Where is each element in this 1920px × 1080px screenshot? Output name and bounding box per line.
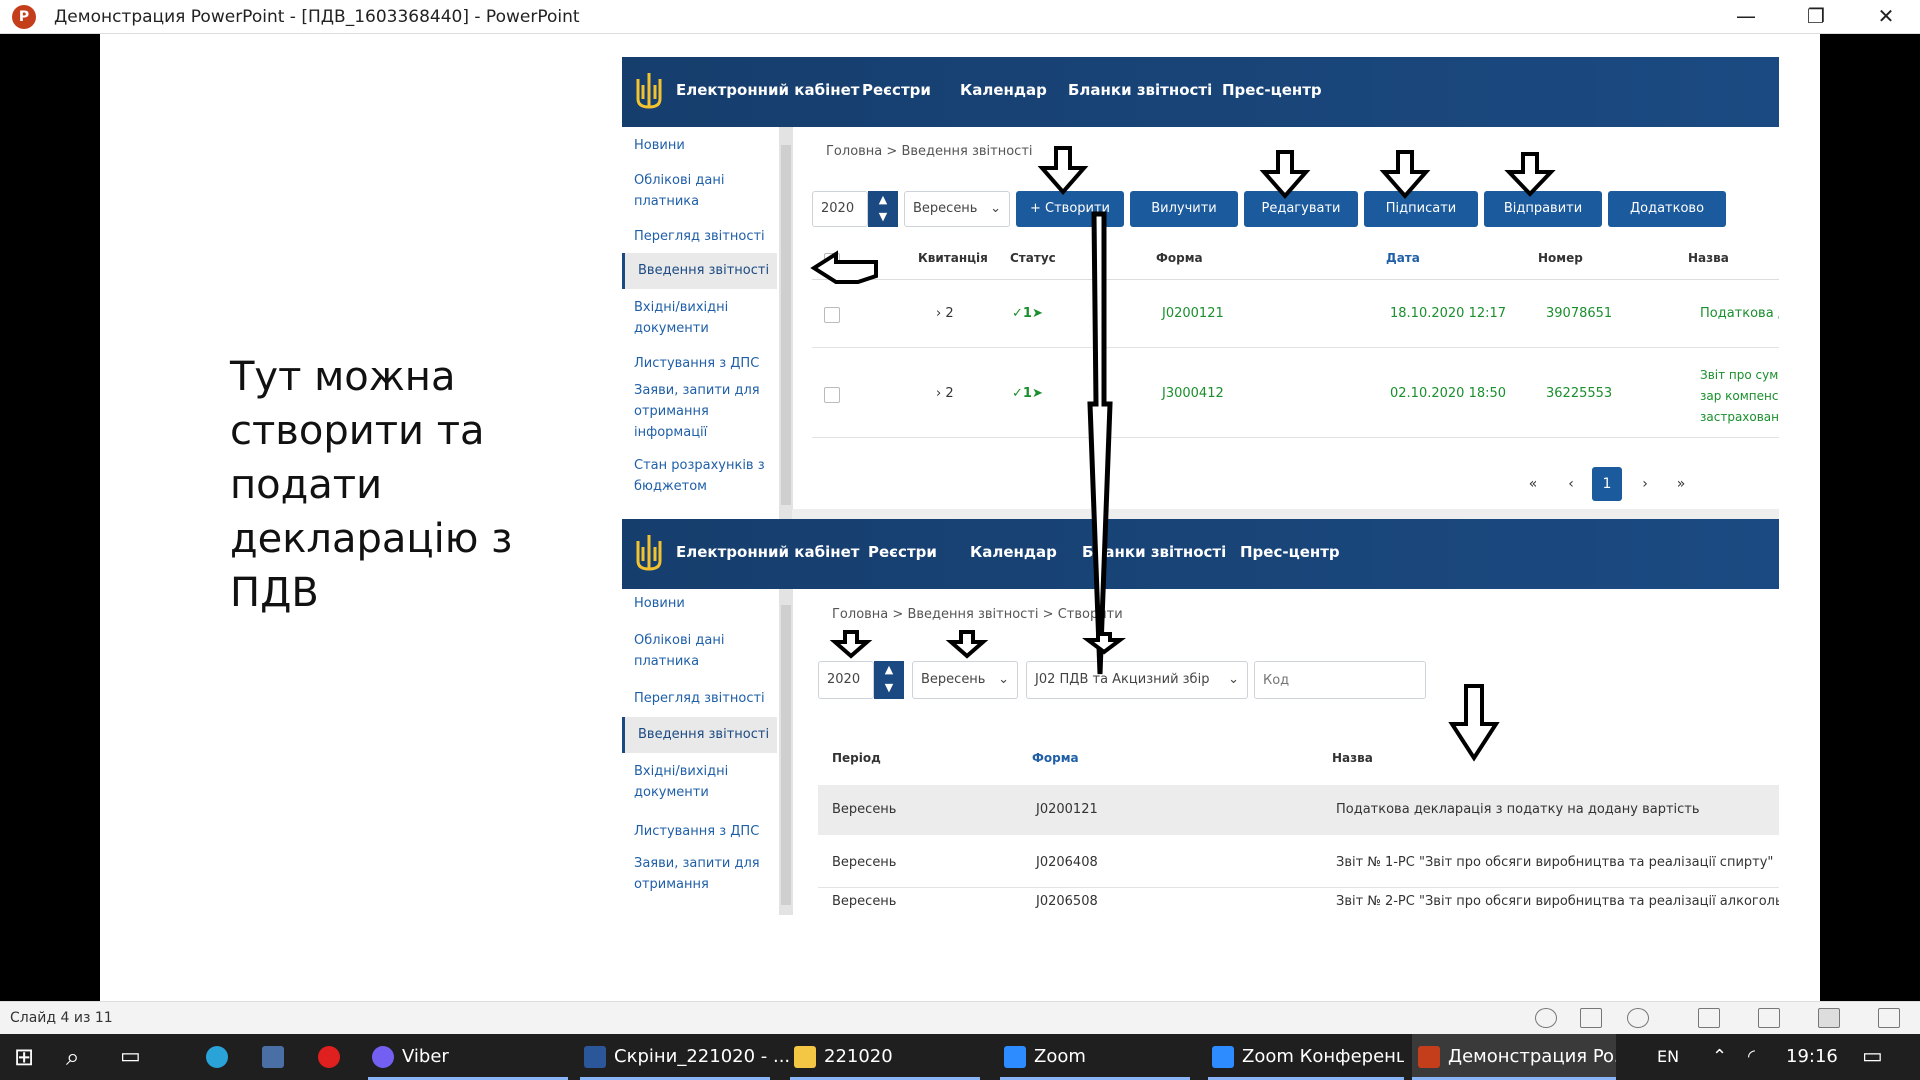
close-button[interactable]: ✕ xyxy=(1858,0,1914,34)
arrow-down-icon xyxy=(1504,152,1556,197)
arrow-long-down-icon xyxy=(1087,211,1113,675)
viber-icon xyxy=(372,1046,394,1068)
taskbar-folder[interactable]: 221020 xyxy=(790,1034,980,1080)
slide-counter: Слайд 4 из 11 xyxy=(10,1010,113,1026)
annotation-arrows xyxy=(810,146,1556,762)
arrow-down-icon xyxy=(945,630,989,659)
powerpoint-icon: P xyxy=(12,5,36,29)
zoom-icon xyxy=(1004,1046,1026,1068)
edge-icon[interactable] xyxy=(206,1034,236,1080)
slideshow-icon[interactable] xyxy=(1878,1008,1900,1028)
task-view-icon[interactable]: ▭ xyxy=(120,1034,141,1080)
opera-icon[interactable] xyxy=(318,1034,348,1080)
arrow-down-icon xyxy=(1037,146,1089,196)
arrow-left-icon xyxy=(810,250,878,284)
windows-taskbar: ⊞ ⌕ ▭ Viber Скріни_221020 - ... 221020 Z… xyxy=(0,1034,1920,1080)
restore-button[interactable]: ❐ xyxy=(1788,0,1844,34)
arrow-down-icon xyxy=(829,630,873,659)
search-icon[interactable]: ⌕ xyxy=(66,1034,79,1080)
taskbar-word[interactable]: Скріни_221020 - ... xyxy=(580,1034,790,1080)
taskbar-zoom-meeting[interactable]: Zoom Конференц... xyxy=(1208,1034,1404,1080)
normal-view-icon[interactable] xyxy=(1698,1008,1720,1028)
arrow-down-icon xyxy=(1379,150,1431,200)
taskbar-powerpoint[interactable]: Демонстрация Po... xyxy=(1412,1034,1616,1080)
taskbar-viber[interactable]: Viber xyxy=(368,1034,568,1080)
chevron-up-icon[interactable]: ⌃ xyxy=(1712,1034,1727,1080)
clock[interactable]: 19:16 xyxy=(1786,1034,1838,1080)
window-title-bar: P Демонстрация PowerPoint - [ПДВ_1603368… xyxy=(0,0,1920,34)
wifi-icon[interactable]: ◜ xyxy=(1748,1034,1755,1080)
status-bar: Слайд 4 из 11 xyxy=(0,1001,1920,1034)
arrow-down-icon xyxy=(1082,632,1126,655)
notes-icon[interactable] xyxy=(1580,1008,1602,1028)
zoom-icon xyxy=(1212,1046,1234,1068)
language-indicator[interactable]: EN xyxy=(1657,1034,1679,1080)
folder-icon xyxy=(794,1046,816,1068)
powerpoint-icon xyxy=(1418,1046,1440,1068)
windows-start-icon[interactable]: ⊞ xyxy=(14,1034,34,1080)
taskbar-zoom[interactable]: Zoom xyxy=(1000,1034,1190,1080)
window-title: Демонстрация PowerPoint - [ПДВ_160336844… xyxy=(54,7,580,27)
reading-view-icon[interactable] xyxy=(1818,1008,1840,1028)
previous-slide-icon[interactable] xyxy=(1535,1008,1557,1028)
save-icon[interactable] xyxy=(262,1034,292,1080)
slide-canvas: Тут можна створити та подати декларацію … xyxy=(100,34,1820,1001)
minimize-button[interactable]: — xyxy=(1718,0,1774,34)
slide-sorter-icon[interactable] xyxy=(1758,1008,1780,1028)
next-slide-icon[interactable] xyxy=(1627,1008,1649,1028)
arrow-down-icon xyxy=(1259,150,1311,200)
arrow-down-icon xyxy=(1448,684,1500,762)
word-icon xyxy=(584,1046,606,1068)
notifications-icon[interactable]: ▭ xyxy=(1862,1034,1883,1080)
